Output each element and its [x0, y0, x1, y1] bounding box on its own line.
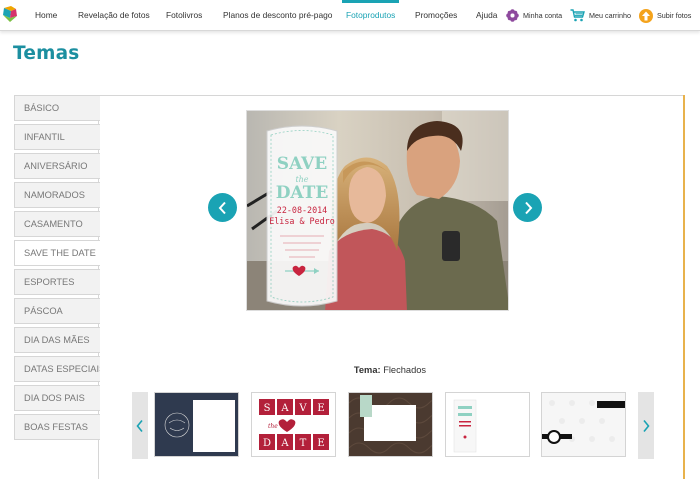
theme-thumbnail-2[interactable]: S A V E D A T E the — [251, 392, 336, 457]
page-title: Temas — [13, 43, 80, 64]
card-names: Elisa & Pedro — [269, 216, 335, 226]
chevron-right-icon — [643, 419, 650, 432]
couple-photo-image: SAVE the DATE 22-08-2014 Elisa & Pedro — [247, 111, 508, 310]
next-theme-button[interactable] — [513, 193, 542, 222]
panel-edge-accent — [683, 95, 685, 479]
sidebar-item-pascoa[interactable]: PÁSCOA — [14, 298, 100, 324]
card-event-date: 22-08-2014 — [277, 205, 327, 215]
nav-ajuda[interactable]: Ajuda — [476, 0, 497, 31]
sidebar-item-aniversario[interactable]: ANIVERSÁRIO — [14, 153, 100, 179]
thumbnail-brown-pattern-image — [349, 393, 432, 456]
theme-category-sidebar: BÁSICO INFANTIL ANIVERSÁRIO NAMORADOS CA… — [14, 95, 100, 443]
sidebar-item-namorados[interactable]: NAMORADOS — [14, 182, 100, 208]
tile-letter: E — [317, 403, 324, 414]
thumbnails-prev-button[interactable] — [132, 392, 148, 459]
theme-preview-image: SAVE the DATE 22-08-2014 Elisa & Pedro — [246, 110, 509, 311]
thumbnails-next-button[interactable] — [638, 392, 654, 459]
theme-name-value: Flechados — [383, 365, 427, 375]
upload-photos-link[interactable]: Subir fotos — [639, 0, 691, 31]
cart-label: Meu carrinho — [589, 11, 631, 20]
logo-icon[interactable] — [2, 5, 18, 23]
flower-icon — [506, 9, 519, 22]
thumbnail-red-tiles-image: S A V E D A T E the — [252, 393, 335, 456]
sidebar-item-datas-especiais[interactable]: DATAS ESPECIAIS — [14, 356, 100, 382]
tile-letter: E — [317, 438, 324, 449]
theme-thumbnail-4[interactable] — [445, 392, 530, 457]
tile-letter: A — [280, 403, 289, 414]
top-navigation: Home Revelação de fotos Fotolivros Plano… — [0, 0, 700, 31]
my-account-label: Minha conta — [523, 11, 563, 20]
sidebar-item-boas-festas[interactable]: BOAS FESTAS — [14, 414, 100, 440]
theme-name: Tema: Flechados — [240, 365, 540, 375]
sidebar-item-dia-das-maes[interactable]: DIA DAS MÃES — [14, 327, 100, 353]
sidebar-item-dia-dos-pais[interactable]: DIA DOS PAIS — [14, 385, 100, 411]
nav-revelacao-de-fotos[interactable]: Revelação de fotos — [78, 0, 150, 31]
cart-icon — [570, 9, 585, 22]
sidebar-item-save-the-date[interactable]: SAVE THE DATE — [14, 240, 100, 266]
upload-arrow-icon — [639, 8, 653, 23]
chevron-left-icon — [136, 419, 143, 432]
tile-letter: S — [264, 403, 271, 414]
tile-letter: D — [263, 438, 271, 449]
nav-home[interactable]: Home — [35, 0, 57, 31]
thumbnail-save-the-date-image — [446, 393, 529, 456]
tile-letter: V — [298, 403, 307, 414]
thumbnail-ribbon-image — [542, 393, 625, 456]
nav-planos-de-desconto[interactable]: Planos de desconto pré-pago — [223, 0, 332, 31]
chevron-left-icon — [218, 201, 226, 214]
theme-thumbnail-5[interactable] — [541, 392, 626, 457]
theme-thumbnail-3[interactable] — [348, 392, 433, 457]
theme-name-label: Tema: — [353, 365, 381, 375]
tile-letter: A — [280, 438, 289, 449]
sidebar-item-infantil[interactable]: INFANTIL — [14, 124, 100, 150]
thumbnail-navy-image — [155, 393, 238, 456]
sidebar-item-casamento[interactable]: CASAMENTO — [14, 211, 100, 237]
cart-link[interactable]: Meu carrinho — [570, 0, 631, 31]
card-date-text: DATE — [276, 183, 329, 203]
theme-thumbnail-1[interactable] — [154, 392, 239, 457]
tile-the-text: the — [268, 423, 278, 430]
sidebar-item-basico[interactable]: BÁSICO — [14, 95, 100, 121]
card-save-text: SAVE — [277, 154, 327, 174]
previous-theme-button[interactable] — [208, 193, 237, 222]
upload-photos-label: Subir fotos — [657, 11, 692, 20]
chevron-right-icon — [524, 201, 532, 214]
nav-promocoes[interactable]: Promoções — [415, 0, 457, 31]
nav-fotoprodutos[interactable]: Fotoprodutos — [341, 0, 400, 31]
nav-fotolivros[interactable]: Fotolivros — [166, 0, 202, 31]
tile-letter: T — [300, 438, 307, 449]
my-account-link[interactable]: Minha conta — [506, 0, 562, 31]
sidebar-item-esportes[interactable]: ESPORTES — [14, 269, 100, 295]
